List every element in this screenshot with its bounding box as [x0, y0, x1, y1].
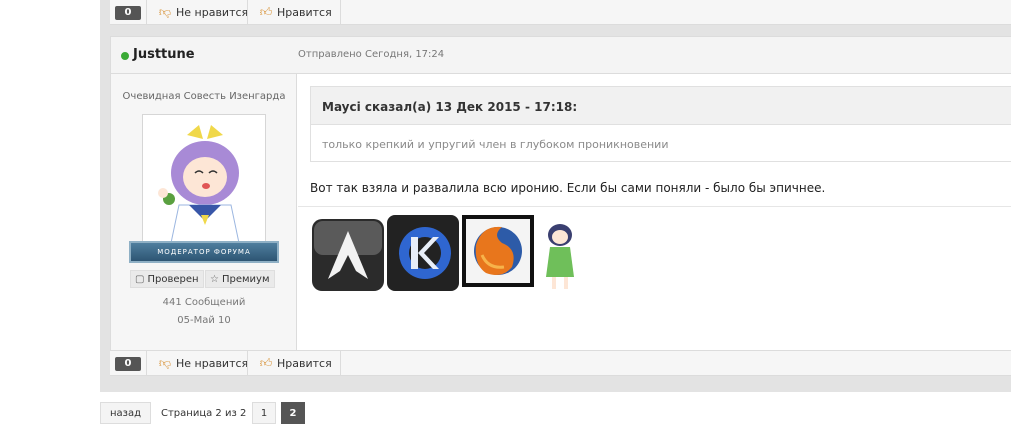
- page-2-current[interactable]: 2: [281, 402, 305, 424]
- quote-block: Mayci сказал(а) 13 Дек 2015 - 17:18: тол…: [310, 86, 1011, 162]
- post-count: 441 Сообщений: [162, 297, 246, 308]
- post-header: Justtune Отправлено Сегодня, 17:24: [111, 36, 1011, 74]
- quote-header: Mayci сказал(а) 13 Дек 2015 - 17:18:: [311, 87, 1011, 125]
- star-icon: ☆: [210, 274, 219, 285]
- join-date: 05-Май 10: [177, 315, 231, 326]
- reputation-count: 0: [115, 357, 141, 371]
- thumbs-down-icon: 👎︎: [158, 5, 172, 19]
- thumbs-down-icon: 👎︎: [158, 356, 172, 370]
- arch-linux-icon: [312, 219, 384, 294]
- like-button[interactable]: 👍︎ Нравится: [247, 351, 341, 375]
- verified-label: Проверен: [147, 274, 199, 285]
- previous-page-button[interactable]: назад: [100, 402, 152, 424]
- anime-girl-icon: [540, 221, 580, 296]
- post-body: Вот так взяла и развалила всю иронию. Ес…: [310, 181, 826, 195]
- reputation-count: 0: [115, 6, 141, 20]
- thumbs-up-icon: 👍︎: [259, 356, 273, 370]
- dislike-button[interactable]: 👎︎ Не нравится: [146, 0, 256, 24]
- premium-label: Премиум: [221, 274, 270, 285]
- dislike-label: Не нравится: [176, 6, 249, 19]
- avatar-image: [143, 115, 265, 244]
- quote-text: только крепкий и упругий член в глубоком…: [322, 138, 669, 151]
- like-label: Нравится: [277, 357, 332, 370]
- avatar[interactable]: [142, 114, 266, 244]
- dislike-button[interactable]: 👎︎ Не нравится: [146, 351, 256, 375]
- moderator-badge: МОДЕРАТОР ФОРУМА: [129, 241, 279, 263]
- verified-badge: ▢ Проверен: [130, 270, 204, 288]
- kde-icon: [387, 215, 459, 294]
- signature-divider: [298, 206, 1011, 207]
- premium-badge: ☆ Премиум: [205, 270, 275, 288]
- forum-post: Justtune Отправлено Сегодня, 17:24 Очеви…: [110, 36, 1011, 350]
- thumbs-up-icon: 👍︎: [259, 5, 273, 19]
- page-1-link[interactable]: 1: [252, 402, 276, 424]
- quote-author: Mayci сказал(а) 13 Дек 2015 - 17:18:: [322, 100, 578, 114]
- author-name-link[interactable]: Justtune: [133, 47, 195, 62]
- reputation-bar: 0 👎︎ Не нравится 👍︎ Нравится: [110, 350, 1011, 376]
- page-info: Страница 2 из 2: [161, 408, 247, 419]
- online-status-icon: [121, 52, 129, 60]
- user-rank: Очевидная Совесть Изенгарда: [122, 91, 286, 102]
- like-label: Нравится: [277, 6, 332, 19]
- post-timestamp: Отправлено Сегодня, 17:24: [298, 49, 445, 60]
- reputation-bar-previous: 0 👎︎ Не нравится 👍︎ Нравится: [110, 0, 1011, 25]
- checkbox-icon: ▢: [135, 274, 145, 285]
- author-profile-panel: Очевидная Совесть Изенгарда МОДЕРАТОР ФО…: [111, 74, 297, 350]
- like-button[interactable]: 👍︎ Нравится: [247, 0, 341, 24]
- firefox-icon: [462, 215, 534, 290]
- dislike-label: Не нравится: [176, 357, 249, 370]
